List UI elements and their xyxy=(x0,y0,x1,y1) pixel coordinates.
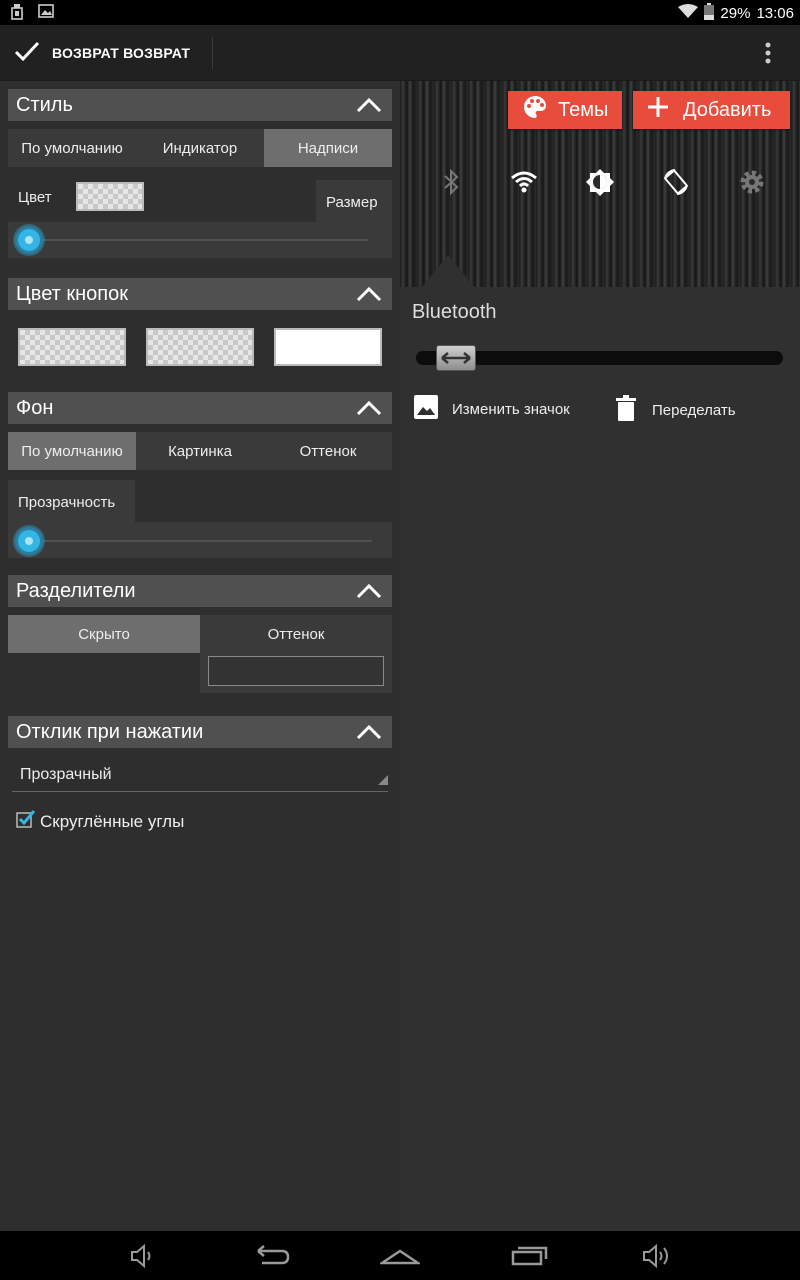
volume-up-icon[interactable] xyxy=(640,1241,674,1271)
dividers-section-title: Разделители xyxy=(16,579,136,602)
image-icon xyxy=(38,4,54,25)
back-icon[interactable] xyxy=(254,1241,292,1271)
background-tab-default-label: По умолчанию xyxy=(21,442,123,460)
button-color-swatch-3[interactable] xyxy=(274,328,382,366)
action-bar: ВОЗВРАТ ВОЗВРАТ xyxy=(0,25,800,81)
size-slider-thumb[interactable] xyxy=(15,226,43,254)
style-tab-default[interactable]: По умолчанию xyxy=(8,129,136,167)
navigation-bar xyxy=(0,1231,800,1280)
plus-icon xyxy=(647,96,669,124)
color-label: Цвет xyxy=(18,189,52,206)
trash-icon xyxy=(616,395,636,425)
style-tab-indicator[interactable]: Индикатор xyxy=(136,129,264,167)
touch-feedback-section-header[interactable]: Отклик при нажатии xyxy=(8,716,392,748)
overflow-menu-icon[interactable] xyxy=(756,41,780,65)
add-button-label: Добавить xyxy=(683,98,772,121)
battery-percent: 29% xyxy=(720,5,751,22)
background-tab-image-label: Картинка xyxy=(168,442,232,460)
background-tab-default[interactable]: По умолчанию xyxy=(8,432,136,470)
done-button[interactable]: ВОЗВРАТ ВОЗВРАТ xyxy=(0,25,212,81)
background-tab-image[interactable]: Картинка xyxy=(136,432,264,470)
usb-icon xyxy=(10,4,24,25)
reset-button[interactable]: Переделать xyxy=(616,395,736,425)
style-section-title: Стиль xyxy=(16,93,73,116)
transparency-slider-track[interactable] xyxy=(28,540,372,542)
chevron-up-icon xyxy=(356,723,382,747)
style-color-swatch[interactable] xyxy=(76,182,144,211)
checkbox-checked-icon xyxy=(16,809,36,834)
palette-icon xyxy=(522,94,548,126)
background-tab-tint-label: Оттенок xyxy=(299,442,357,460)
clock: 13:06 xyxy=(756,5,794,22)
themes-button-label: Темы xyxy=(558,98,609,121)
background-section-header[interactable]: Фон xyxy=(8,392,392,424)
dividers-tint-swatch[interactable] xyxy=(208,656,384,686)
background-tab-tint[interactable]: Оттенок xyxy=(264,432,392,470)
check-icon xyxy=(14,40,40,67)
style-section-header[interactable]: Стиль xyxy=(8,89,392,121)
touch-feedback-selected: Прозрачный xyxy=(20,766,112,783)
wifi-icon[interactable] xyxy=(509,167,539,197)
style-tab-default-label: По умолчанию xyxy=(21,139,123,157)
battery-icon xyxy=(704,3,715,24)
transparency-slider-thumb[interactable] xyxy=(15,527,43,555)
transparency-label: Прозрачность xyxy=(18,494,116,511)
background-section-title: Фон xyxy=(16,396,54,419)
preview-pane: Темы Добавить Bluetooth Изменить значок … xyxy=(400,81,800,1231)
bluetooth-icon[interactable] xyxy=(436,167,466,197)
style-tab-labels-label: Надписи xyxy=(297,139,359,157)
done-button-label: ВОЗВРАТ ВОЗВРАТ xyxy=(52,45,191,61)
dividers-option-hidden-label: Скрыто xyxy=(78,625,130,643)
settings-pane: Стиль По умолчанию Индикатор Надписи Цве… xyxy=(0,81,400,1231)
reset-label: Переделать xyxy=(652,401,736,419)
rounded-corners-checkbox[interactable]: Скруглённые углы xyxy=(16,809,184,834)
tile-title: Bluetooth xyxy=(412,301,497,323)
button-color-section-header[interactable]: Цвет кнопок xyxy=(8,278,392,310)
change-icon-button[interactable]: Изменить значок xyxy=(414,395,570,423)
status-bar: 29% 13:06 xyxy=(0,0,800,25)
tile-width-handle[interactable] xyxy=(436,345,476,371)
volume-down-icon[interactable] xyxy=(126,1241,160,1271)
dividers-section-header[interactable]: Разделители xyxy=(8,575,392,607)
dividers-option-hidden[interactable]: Скрыто xyxy=(8,615,200,653)
button-color-swatch-1[interactable] xyxy=(18,328,126,366)
rounded-corners-label: Скруглённые углы xyxy=(40,811,185,831)
button-color-swatch-2[interactable] xyxy=(146,328,254,366)
spinner-arrow-icon xyxy=(378,772,388,790)
chevron-up-icon xyxy=(356,399,382,423)
dividers-option-tint-label: Оттенок xyxy=(267,626,325,643)
themes-button[interactable]: Темы xyxy=(508,91,622,129)
change-icon-label: Изменить значок xyxy=(452,400,570,418)
style-tab-indicator-label: Индикатор xyxy=(162,139,238,157)
size-label: Размер xyxy=(326,194,378,211)
touch-feedback-section-title: Отклик при нажатии xyxy=(16,720,204,743)
chevron-up-icon xyxy=(356,582,382,606)
chevron-up-icon xyxy=(356,285,382,309)
button-color-section-title: Цвет кнопок xyxy=(16,282,128,305)
image-icon xyxy=(414,395,438,423)
settings-icon[interactable] xyxy=(737,167,767,197)
add-button[interactable]: Добавить xyxy=(633,91,790,129)
action-bar-divider xyxy=(212,37,213,69)
auto-rotate-icon[interactable] xyxy=(661,167,691,197)
style-tab-labels[interactable]: Надписи xyxy=(264,129,392,167)
home-icon[interactable] xyxy=(377,1241,423,1271)
selected-tile-pointer xyxy=(422,255,474,287)
brightness-icon[interactable] xyxy=(585,167,615,197)
recent-apps-icon[interactable] xyxy=(510,1241,550,1271)
touch-feedback-spinner[interactable]: Прозрачный xyxy=(12,760,388,792)
wifi-icon xyxy=(678,4,699,23)
chevron-up-icon xyxy=(356,96,382,120)
size-slider-track[interactable] xyxy=(28,239,368,241)
